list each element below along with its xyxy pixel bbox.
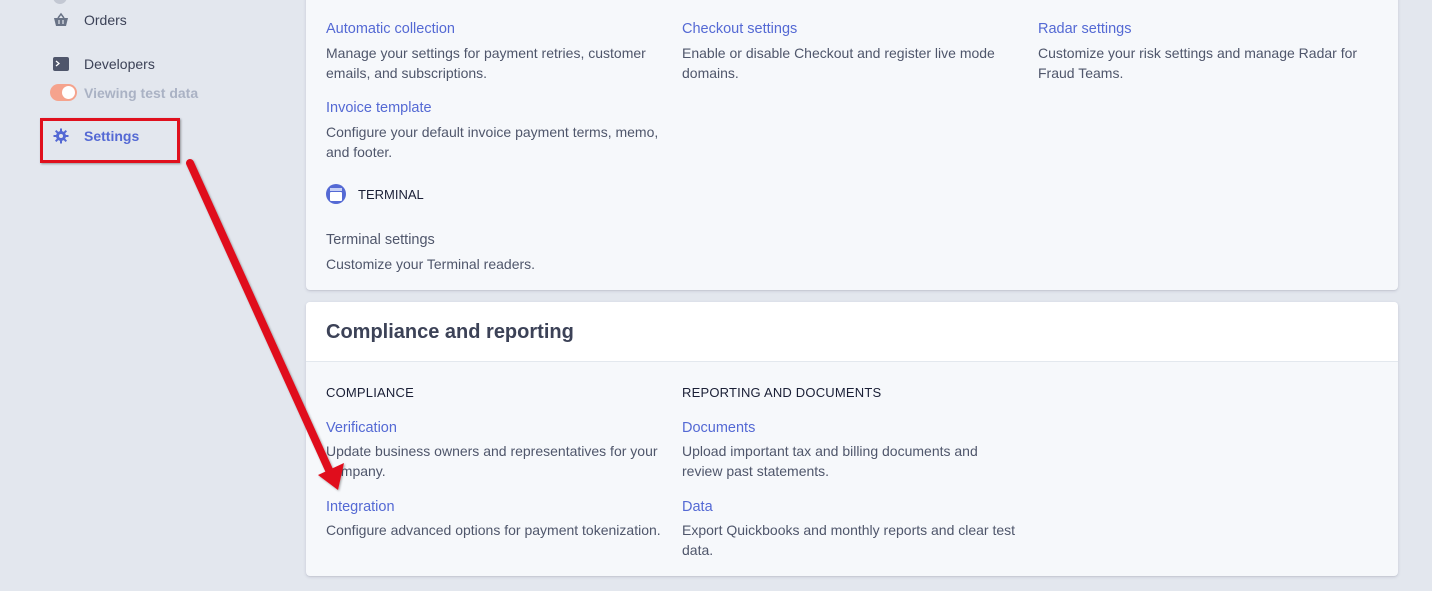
reporting-section-label: REPORTING AND DOCUMENTS — [682, 385, 882, 400]
documents-description: Upload important tax and billing documen… — [682, 443, 978, 479]
compliance-section-label: COMPLIANCE — [326, 385, 414, 400]
radar-settings-description: Customize your risk settings and manage … — [1038, 45, 1358, 81]
toggle-switch[interactable] — [50, 84, 77, 101]
card-title: Compliance and reporting — [306, 302, 1398, 362]
terminal-section-label: TERMINAL — [358, 186, 424, 202]
documents-link[interactable]: Documents — [682, 420, 755, 436]
product-settings-card: Automatic collection Manage your setting… — [306, 0, 1398, 290]
integration-description: Configure advanced options for payment t… — [326, 522, 661, 538]
invoice-template-link[interactable]: Invoice template — [326, 100, 432, 116]
sidebar-item-label: Settings — [84, 128, 140, 144]
sidebar-item-label: Developers — [84, 56, 155, 72]
cut-off-nav-icon — [53, 0, 67, 4]
checkout-settings-link[interactable]: Checkout settings — [682, 21, 797, 37]
automatic-collection-description: Manage your settings for payment retries… — [326, 45, 646, 81]
invoice-template-description: Configure your default invoice payment t… — [326, 124, 659, 160]
terminal-section-header: TERMINAL — [326, 184, 424, 204]
card-reader-icon — [326, 184, 346, 204]
verification-link[interactable]: Verification — [326, 420, 397, 436]
sidebar: Orders Developers Viewing test data Sett… — [0, 0, 300, 591]
sidebar-item-label: Orders — [84, 12, 127, 28]
terminal-settings-description: Customize your Terminal readers. — [326, 256, 536, 272]
integration-link[interactable]: Integration — [326, 499, 395, 515]
sidebar-item-developers[interactable]: Developers — [52, 55, 155, 73]
toggle-knob — [62, 86, 75, 99]
checkout-settings-description: Enable or disable Checkout and register … — [682, 45, 995, 81]
gear-icon — [52, 127, 70, 145]
sidebar-item-orders[interactable]: Orders — [52, 11, 127, 29]
data-description: Export Quickbooks and monthly reports an… — [682, 522, 1016, 558]
compliance-reporting-card: Compliance and reporting COMPLIANCE Veri… — [306, 302, 1398, 576]
sidebar-item-settings[interactable]: Settings — [52, 127, 139, 145]
settings-page: Orders Developers Viewing test data Sett… — [0, 0, 1432, 591]
automatic-collection-link[interactable]: Automatic collection — [326, 21, 455, 37]
verification-description: Update business owners and representativ… — [326, 443, 658, 479]
toggle-label: Viewing test data — [84, 84, 199, 101]
terminal-settings-link[interactable]: Terminal settings — [326, 232, 435, 248]
data-link[interactable]: Data — [682, 499, 713, 515]
test-data-toggle[interactable]: Viewing test data — [50, 84, 198, 101]
radar-settings-link[interactable]: Radar settings — [1038, 21, 1132, 37]
basket-icon — [52, 11, 70, 29]
terminal-icon — [52, 55, 70, 73]
